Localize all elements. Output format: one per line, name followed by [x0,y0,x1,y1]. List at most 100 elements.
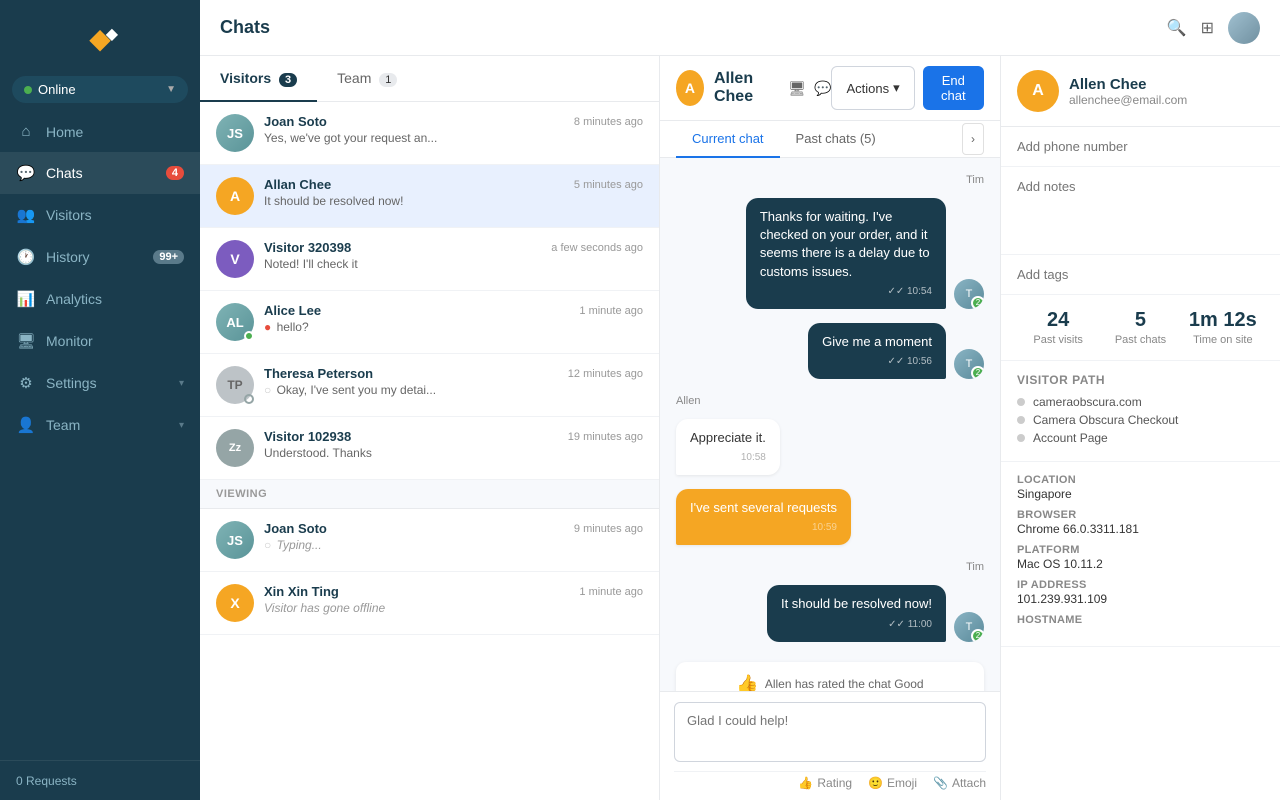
end-chat-label: End chat [941,73,966,103]
chat-icon: 💬 [16,164,36,182]
tab-current-chat[interactable]: Current chat [676,121,780,158]
settings-icon: ⚙ [16,374,36,392]
message-bubble: It should be resolved now! ✓✓ 11:00 [767,585,946,641]
main-content: Chats 🔍 ⊞ Visitors 3 Team 1 J [200,0,1280,800]
chat-user-icons: 🖥 💬 [788,80,831,97]
past-chats-value: 5 [1099,309,1181,332]
user-avatar[interactable] [1228,12,1260,44]
tab-visitors[interactable]: Visitors 3 [200,56,317,102]
path-dot-icon [1017,434,1025,442]
sidebar-item-analytics[interactable]: 📊 Analytics [0,278,200,320]
tab-past-chats[interactable]: Past chats (5) [780,121,892,158]
right-panel-avatar: A [1017,70,1059,112]
chat-list: JS Joan Soto 8 minutes ago Yes, we've go… [200,102,659,800]
sidebar-item-label: Home [46,124,83,140]
online-indicator [244,394,254,404]
message-row: I've sent several requests 10:59 [676,489,984,545]
sidebar-item-label: Settings [46,375,97,391]
chat-list-item[interactable]: X Xin Xin Ting 1 minute ago Visitor has … [200,572,659,635]
sidebar-item-chats[interactable]: 💬 Chats 4 [0,152,200,194]
search-icon[interactable]: 🔍 [1167,18,1187,38]
chat-list-item[interactable]: JS Joan Soto 9 minutes ago ○ Typing... [200,509,659,572]
sidebar-bottom: 0 Requests [0,760,200,800]
sidebar-item-settings[interactable]: ⚙ Settings ▾ [0,362,200,404]
tab-team[interactable]: Team 1 [317,56,417,102]
past-chats-stat: 5 Past chats [1099,309,1181,346]
chat-item-name: Allan Chee [264,177,331,192]
path-item-label: Camera Obscura Checkout [1033,413,1178,427]
attach-label: Attach [952,776,986,790]
chat-item-content: Visitor 320398 a few seconds ago Noted! … [264,240,643,271]
page-title: Chats [220,17,270,38]
history-badge: 99+ [153,250,184,264]
chat-area: A Allen Chee 🖥 💬 Actions ▾ End chat [660,56,1000,800]
emoji-button[interactable]: 🙂 Emoji [868,776,917,790]
right-panel-user-name: Allen Chee [1069,76,1187,93]
chat-small-icon: 💬 [814,80,831,97]
grid-icon[interactable]: ⊞ [1201,18,1214,38]
chevron-down-icon: ▼ [166,84,176,95]
time-on-site-label: Time on site [1182,334,1264,346]
sidebar-item-home[interactable]: ⌂ Home [0,111,200,152]
right-panel-user-email: allenchee@email.com [1069,93,1187,107]
chat-list-item[interactable]: V Visitor 320398 a few seconds ago Noted… [200,228,659,291]
actions-button[interactable]: Actions ▾ [831,66,914,110]
monitor-small-icon: 🖥 [788,80,806,97]
chat-item-time: 9 minutes ago [574,523,643,535]
chat-list-item[interactable]: AL Alice Lee 1 minute ago ● hello? [200,291,659,354]
chat-list-item[interactable]: TP Theresa Peterson 12 minutes ago ○ Oka… [200,354,659,417]
viewing-section-label: VIEWING [200,480,659,509]
chat-tab-arrow[interactable]: › [962,123,984,155]
sidebar-item-history[interactable]: 🕐 History 99+ [0,236,200,278]
input-actions: 👍 Rating 🙂 Emoji 📎 Attach [674,771,986,790]
sidebar-item-monitor[interactable]: 🖥 Monitor [0,320,200,362]
message-bubble: I've sent several requests 10:59 [676,489,851,545]
message-row: Thanks for waiting. I've checked on your… [676,198,984,309]
platform-value: Mac OS 10.11.2 [1017,557,1264,571]
chat-list-item[interactable]: A Allan Chee 5 minutes ago It should be … [200,165,659,228]
right-panel-header: A Allen Chee allenchee@email.com [1001,56,1280,127]
chat-item-preview: Understood. Thanks [264,446,643,460]
sender-label: Allen [676,395,984,407]
platform-row: Platform Mac OS 10.11.2 [1017,544,1264,571]
message-input[interactable] [674,702,986,762]
message-time: 10:58 [690,451,766,465]
visitors-tab-badge: 3 [279,73,297,87]
message-time: ✓✓ 10:56 [822,355,932,369]
chat-list-item[interactable]: Zz Visitor 102938 19 minutes ago Underst… [200,417,659,480]
location-section: Location Singapore Browser Chrome 66.0.3… [1001,462,1280,647]
tags-input[interactable] [1017,267,1264,282]
phone-number-field[interactable] [1001,127,1280,167]
past-visits-label: Past visits [1017,334,1099,346]
chat-item-name: Joan Soto [264,521,327,536]
browser-row: Browser Chrome 66.0.3311.181 [1017,509,1264,536]
status-selector[interactable]: Online ▼ [12,76,188,103]
stats-row: 24 Past visits 5 Past chats 1m 12s Time … [1001,295,1280,361]
platform-label: Platform [1017,544,1264,556]
visitor-path-item: cameraobscura.com [1017,395,1264,409]
chat-item-preview: It should be resolved now! [264,194,643,208]
notes-input[interactable] [1017,179,1264,239]
notes-field[interactable] [1001,167,1280,255]
right-panel: A Allen Chee allenchee@email.com 24 Past… [1000,56,1280,800]
rating-button[interactable]: 👍 Rating [798,776,852,790]
rating-card: 👍 Allen has rated the chat Good Tim was … [676,662,984,692]
end-chat-button[interactable]: End chat [923,66,984,110]
chat-list-item[interactable]: JS Joan Soto 8 minutes ago Yes, we've go… [200,102,659,165]
rating-header: 👍 Allen has rated the chat Good [692,674,968,692]
chat-header: A Allen Chee 🖥 💬 Actions ▾ End chat [660,56,1000,121]
attach-button[interactable]: 📎 Attach [933,776,986,790]
sidebar-item-label: Monitor [46,333,93,349]
chat-item-name: Joan Soto [264,114,327,129]
tags-field[interactable] [1001,255,1280,295]
phone-number-input[interactable] [1017,139,1264,154]
chat-item-content: Xin Xin Ting 1 minute ago Visitor has go… [264,584,643,615]
chat-user-info: A Allen Chee 🖥 💬 [676,70,831,106]
avatar: X [216,584,254,622]
chat-item-preview: Noted! I'll check it [264,257,643,271]
path-dot-icon [1017,398,1025,406]
sidebar-item-visitors[interactable]: 👥 Visitors [0,194,200,236]
message-bubble: Give me a moment ✓✓ 10:56 [808,323,946,379]
online-indicator [244,331,254,341]
sidebar-item-team[interactable]: 👤 Team ▾ [0,404,200,446]
